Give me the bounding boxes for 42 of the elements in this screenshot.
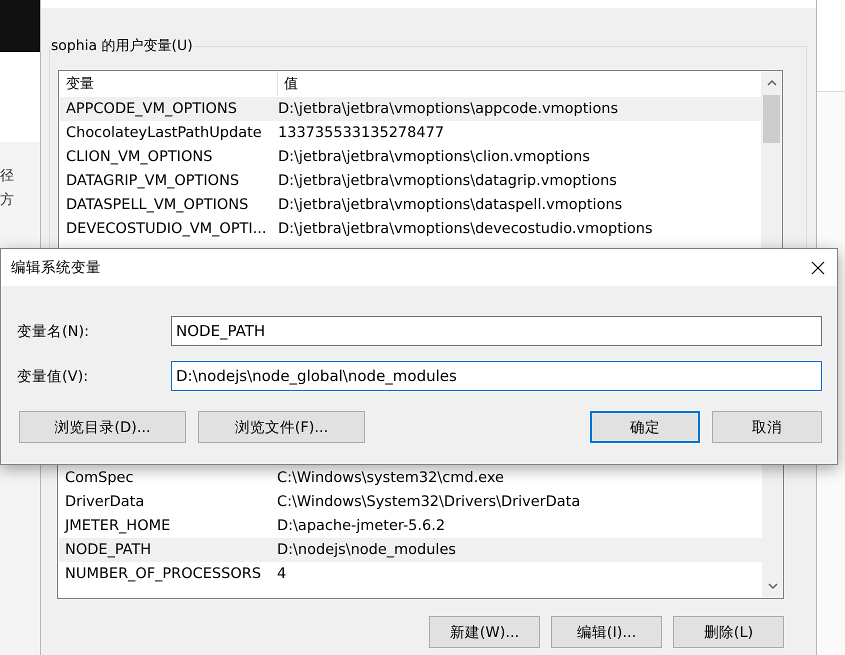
variable-value: 4 [276,566,288,582]
variable-name: DEVECOSTUDIO_VM_OPTI... [65,221,268,237]
background-text: 方 [0,191,15,209]
variable-value: D:\nodejs\node_modules [276,542,457,558]
field-label: 变量名(N): [17,322,90,340]
variable-name: DATAGRIP_VM_OPTIONS [65,173,240,189]
window-button[interactable]: 编辑(I)... [551,616,662,648]
variable-value: D:\jetbra\jetbra\vmoptions\appcode.vmoptions [277,101,620,117]
field-label: 变量值(V): [17,368,90,386]
background-window [0,0,40,52]
variable-value: D:\jetbra\jetbra\vmoptions\devecostudio.vmoptions [277,221,654,237]
variable-value: 133735533135278477 [277,125,446,141]
variable-value: C:\Windows\System32\Drivers\DriverData [276,494,582,510]
dialog-title: 编辑系统变量 [11,258,101,277]
group-title: sophia 的用户变量(U) [50,37,194,55]
close-icon[interactable] [811,260,825,274]
variable-name: JMETER_HOME [63,518,172,534]
input-field[interactable]: NODE_PATH [171,316,822,346]
variable-value: D:\jetbra\jetbra\vmoptions\clion.vmoptions [277,149,591,165]
scroll-thumb[interactable] [763,95,780,143]
variable-name: ChocolateyLastPathUpdate [65,125,263,141]
dialog-button[interactable]: 浏览目录(D)... [19,411,186,443]
variable-value: D:\jetbra\jetbra\vmoptions\dataspell.vmoptions [277,197,624,213]
variable-name: NODE_PATH [64,542,152,558]
variable-name: DriverData [64,494,146,510]
variable-name: CLION_VM_OPTIONS [65,149,214,165]
list-row[interactable]: APPCODE_VM_OPTIONS D:\jetbra\jetbra\vmoptions\appcode.vmoptions [60,97,761,121]
dialog-button[interactable]: 确定 [590,411,700,443]
variable-value: D:\jetbra\jetbra\vmoptions\datagrip.vmoptions [277,173,618,189]
variable-name: APPCODE_VM_OPTIONS [65,101,238,117]
window-button[interactable]: 删除(L) [673,616,784,648]
list-row[interactable]: NODE_PATH D:\nodejs\node_modules [59,538,762,562]
input-field[interactable]: D:\nodejs\node_global\node_modules [171,361,822,391]
dialog-button[interactable]: 取消 [712,411,822,443]
dialog-button[interactable]: 浏览文件(F)... [198,411,365,443]
window-button[interactable]: 新建(W)... [429,616,540,648]
background-text: 径 [0,167,15,185]
variable-value: C:\Windows\system32\cmd.exe [276,470,505,486]
variable-name: NUMBER_OF_PROCESSORS [64,566,262,582]
variable-name: ComSpec [64,470,134,486]
variable-value: D:\apache-jmeter-5.6.2 [276,518,446,534]
variable-name: DATASPELL_VM_OPTIONS [65,197,250,213]
